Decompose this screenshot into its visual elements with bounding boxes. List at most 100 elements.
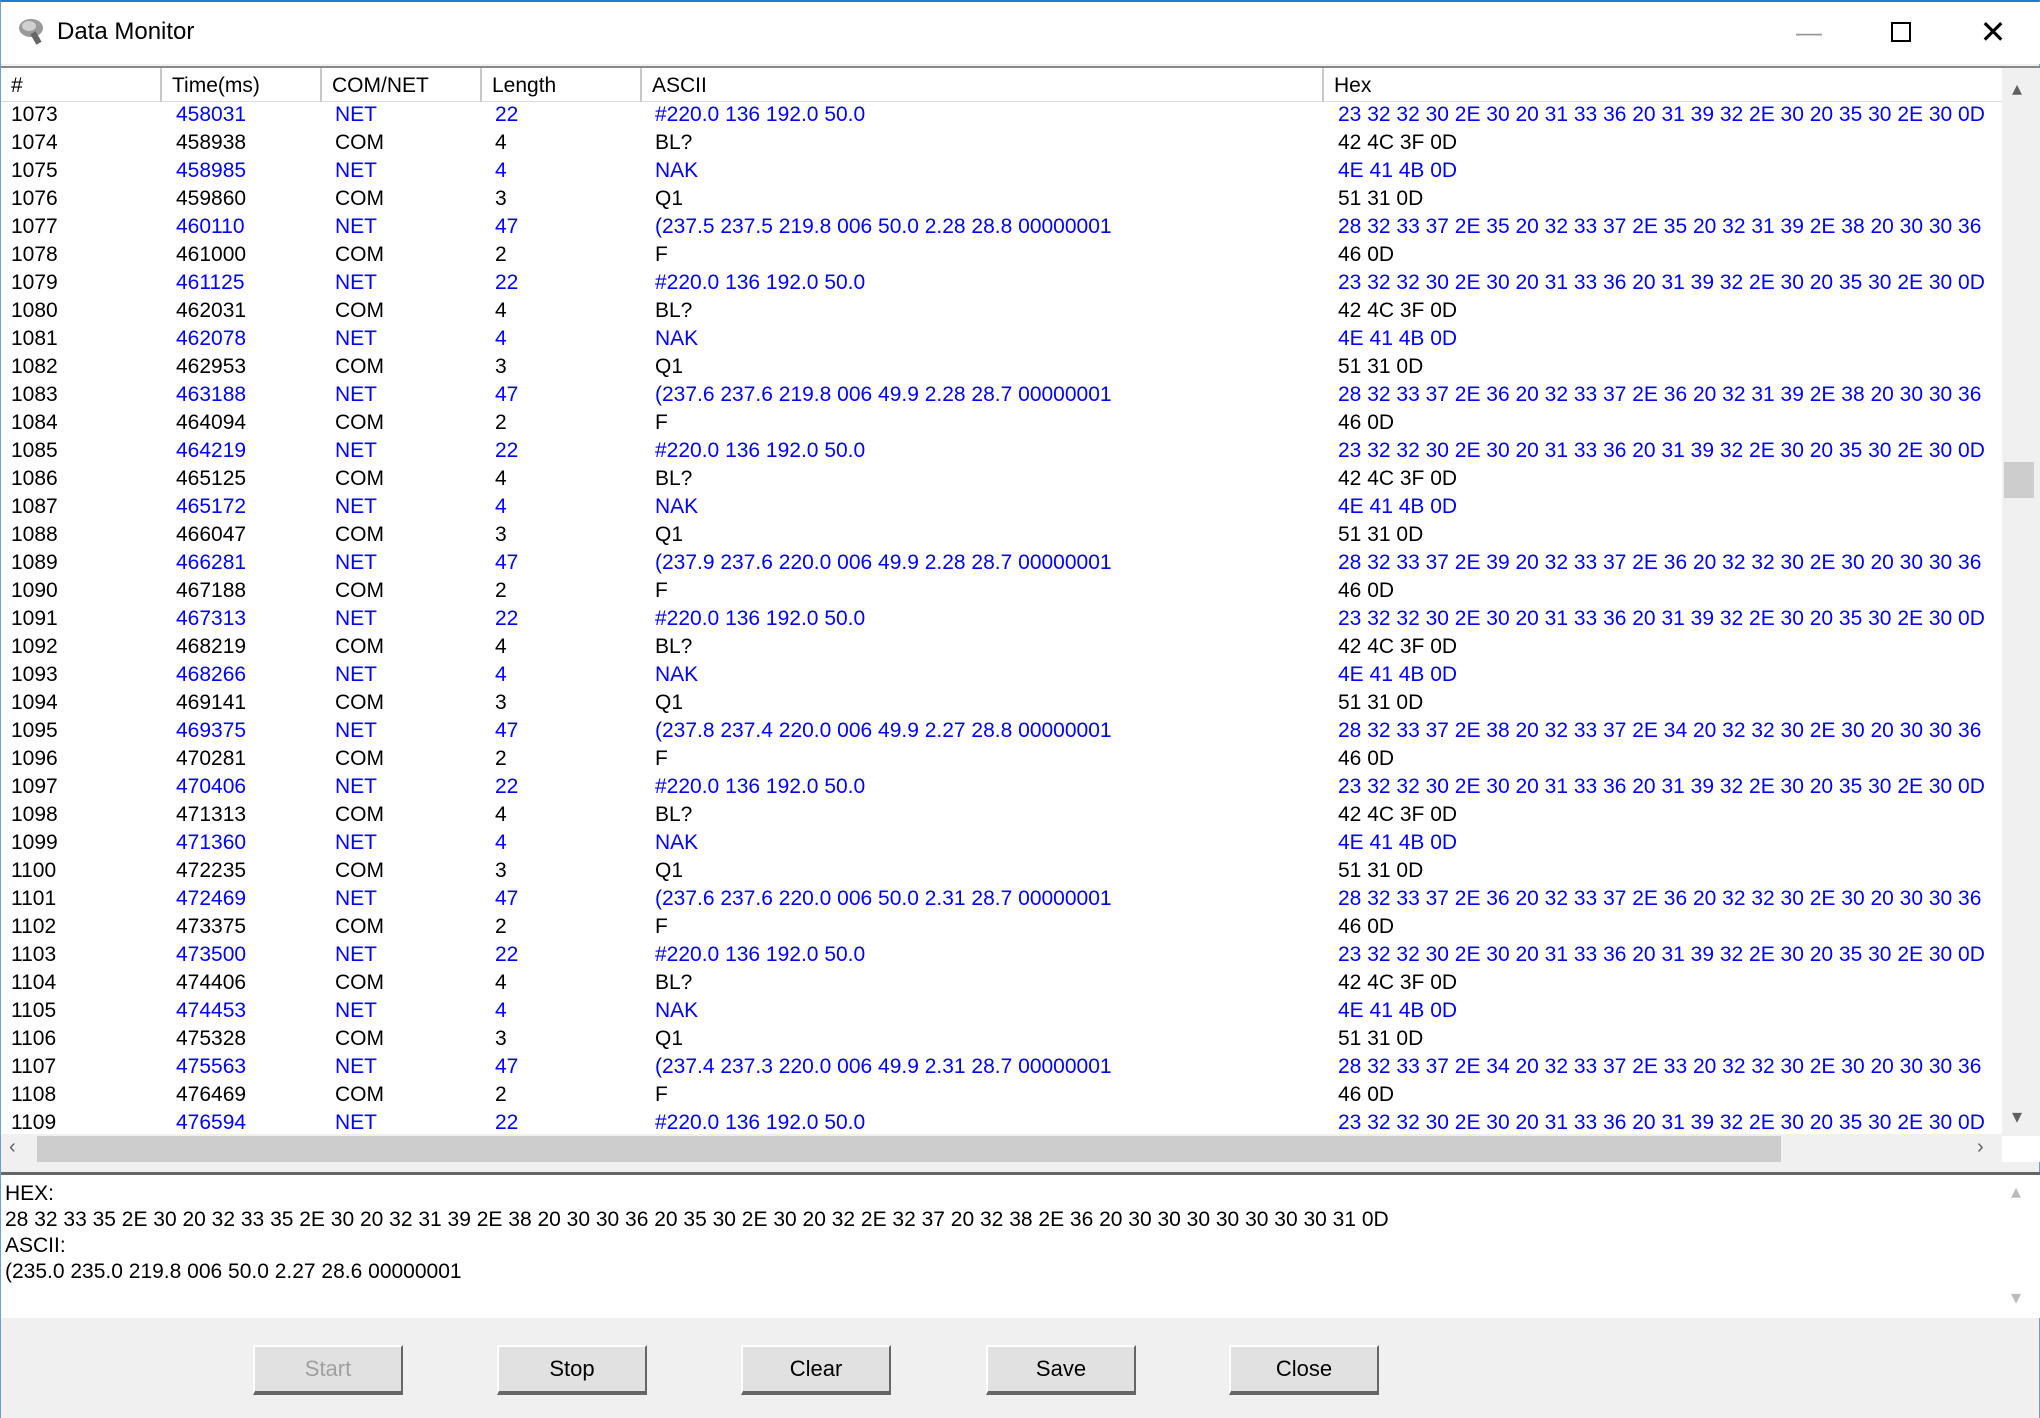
table-row[interactable]: 1103 473500 NET 22 #220.0 136 192.0 50.0 23 3… xyxy=(1,941,2002,969)
row-hex: 51 31 0D xyxy=(1338,859,1424,882)
stop-button[interactable]: Stop xyxy=(497,1345,647,1395)
table-row[interactable]: 1086 465125 COM 4 BL? 42 4C 3F 0D xyxy=(1,465,2002,493)
clear-button[interactable]: Clear xyxy=(741,1345,891,1395)
table-row[interactable]: 1101 472469 NET 47 (237.6 237.6 220.0 006 50… xyxy=(1,885,2002,913)
table-row[interactable]: 1085 464219 NET 22 #220.0 136 192.0 50.0 23 3… xyxy=(1,437,2002,465)
column-header-number[interactable]: # xyxy=(1,68,162,102)
table-row[interactable]: 1105 474453 NET 4 NAK 4E 41 4B 0D xyxy=(1,997,2002,1025)
row-number: 1084 xyxy=(11,411,58,434)
table-row[interactable]: 1079 461125 NET 22 #220.0 136 192.0 50.0 23 3… xyxy=(1,269,2002,297)
row-source: COM xyxy=(335,467,384,490)
vertical-scroll-thumb[interactable] xyxy=(2004,462,2034,498)
table-row[interactable]: 1109 476594 NET 22 #220.0 136 192.0 50.0 23 3… xyxy=(1,1109,2002,1137)
table-row[interactable]: 1095 469375 NET 47 (237.8 237.4 220.0 006 49… xyxy=(1,717,2002,745)
table-row[interactable]: 1098 471313 COM 4 BL? 42 4C 3F 0D xyxy=(1,801,2002,829)
row-source: COM xyxy=(335,915,384,938)
row-source: COM xyxy=(335,803,384,826)
detail-scroll-down-icon[interactable]: ▾ xyxy=(2011,1285,2021,1311)
column-header-hex[interactable]: Hex xyxy=(1324,68,2002,102)
table-row[interactable]: 1092 468219 COM 4 BL? 42 4C 3F 0D xyxy=(1,633,2002,661)
row-number: 1098 xyxy=(11,803,58,826)
horizontal-scrollbar[interactable]: ‹ › xyxy=(1,1134,2002,1162)
table-row[interactable]: 1088 466047 COM 3 Q1 51 31 0D xyxy=(1,521,2002,549)
table-row[interactable]: 1084 464094 COM 2 F 46 0D xyxy=(1,409,2002,437)
table-row[interactable]: 1093 468266 NET 4 NAK 4E 41 4B 0D xyxy=(1,661,2002,689)
table-row[interactable]: 1104 474406 COM 4 BL? 42 4C 3F 0D xyxy=(1,969,2002,997)
row-ascii: NAK xyxy=(655,327,699,350)
data-list[interactable]: # Time(ms) COM/NET Length ASCII Hex 1073… xyxy=(1,66,2040,1162)
table-row[interactable]: 1106 475328 COM 3 Q1 51 31 0D xyxy=(1,1025,2002,1053)
table-row[interactable]: 1091 467313 NET 22 #220.0 136 192.0 50.0 23 3… xyxy=(1,605,2002,633)
row-source: NET xyxy=(335,271,377,294)
vertical-scrollbar[interactable]: ▴ ▾ xyxy=(2002,68,2040,1136)
column-header-com-net[interactable]: COM/NET xyxy=(322,68,482,102)
row-length: 4 xyxy=(495,803,507,826)
row-length: 4 xyxy=(495,663,507,686)
table-row[interactable]: 1099 471360 NET 4 NAK 4E 41 4B 0D xyxy=(1,829,2002,857)
table-row[interactable]: 1089 466281 NET 47 (237.9 237.6 220.0 006 49… xyxy=(1,549,2002,577)
start-button[interactable]: Start xyxy=(253,1345,403,1395)
table-row[interactable]: 1082 462953 COM 3 Q1 51 31 0D xyxy=(1,353,2002,381)
row-time: 463188 xyxy=(176,383,247,406)
column-header-ascii[interactable]: ASCII xyxy=(642,68,1324,102)
row-time: 471313 xyxy=(176,803,247,826)
scroll-down-icon[interactable]: ▾ xyxy=(2012,1104,2022,1129)
scroll-right-icon[interactable]: › xyxy=(1977,1136,1984,1159)
table-row[interactable]: 1076 459860 COM 3 Q1 51 31 0D xyxy=(1,185,2002,213)
row-time: 468266 xyxy=(176,663,247,686)
row-length: 3 xyxy=(495,859,507,882)
row-source: COM xyxy=(335,1083,384,1106)
row-time: 474453 xyxy=(176,999,247,1022)
row-length: 47 xyxy=(495,887,519,910)
table-row[interactable]: 1108 476469 COM 2 F 46 0D xyxy=(1,1081,2002,1109)
row-time: 461000 xyxy=(176,243,247,266)
table-row[interactable]: 1075 458985 NET 4 NAK 4E 41 4B 0D xyxy=(1,157,2002,185)
column-header-length[interactable]: Length xyxy=(482,68,642,102)
row-hex: 23 32 32 30 2E 30 20 31 33 36 20 31 39 3… xyxy=(1338,103,1985,126)
table-row[interactable]: 1097 470406 NET 22 #220.0 136 192.0 50.0 23 3… xyxy=(1,773,2002,801)
row-length: 47 xyxy=(495,719,519,742)
row-ascii: BL? xyxy=(655,467,693,490)
table-row[interactable]: 1100 472235 COM 3 Q1 51 31 0D xyxy=(1,857,2002,885)
row-number: 1094 xyxy=(11,691,58,714)
scroll-up-icon[interactable]: ▴ xyxy=(2012,76,2022,101)
close-button[interactable]: Close xyxy=(1229,1345,1379,1395)
table-row[interactable]: 1077 460110 NET 47 (237.5 237.5 219.8 006 50… xyxy=(1,213,2002,241)
table-row[interactable]: 1080 462031 COM 4 BL? 42 4C 3F 0D xyxy=(1,297,2002,325)
column-header-time[interactable]: Time(ms) xyxy=(162,68,322,102)
table-row[interactable]: 1083 463188 NET 47 (237.6 237.6 219.8 006 49… xyxy=(1,381,2002,409)
row-source: NET xyxy=(335,215,377,238)
row-length: 4 xyxy=(495,831,507,854)
detail-panel[interactable]: HEX: 28 32 33 35 2E 30 20 32 33 35 2E 30… xyxy=(1,1172,2040,1318)
row-source: NET xyxy=(335,1055,377,1078)
row-length: 4 xyxy=(495,635,507,658)
table-row[interactable]: 1087 465172 NET 4 NAK 4E 41 4B 0D xyxy=(1,493,2002,521)
table-row[interactable]: 1078 461000 COM 2 F 46 0D xyxy=(1,241,2002,269)
list-header: # Time(ms) COM/NET Length ASCII Hex xyxy=(1,68,2002,102)
horizontal-scroll-thumb[interactable] xyxy=(37,1136,1781,1162)
detail-scroll-up-icon[interactable]: ▴ xyxy=(2011,1179,2021,1205)
row-time: 472469 xyxy=(176,887,247,910)
table-row[interactable]: 1096 470281 COM 2 F 46 0D xyxy=(1,745,2002,773)
table-row[interactable]: 1073 458031 NET 22 #220.0 136 192.0 50.0 23 3… xyxy=(1,102,2002,129)
row-hex: 42 4C 3F 0D xyxy=(1338,131,1458,154)
table-row[interactable]: 1102 473375 COM 2 F 46 0D xyxy=(1,913,2002,941)
row-hex: 46 0D xyxy=(1338,747,1395,770)
save-button[interactable]: Save xyxy=(986,1345,1136,1395)
row-length: 3 xyxy=(495,523,507,546)
row-ascii: (237.9 237.6 220.0 006 49.9 2.28 28.7 00… xyxy=(655,551,1112,574)
scroll-left-icon[interactable]: ‹ xyxy=(9,1136,16,1159)
row-time: 476469 xyxy=(176,1083,247,1106)
close-icon[interactable]: ✕ xyxy=(1963,10,2023,54)
table-row[interactable]: 1081 462078 NET 4 NAK 4E 41 4B 0D xyxy=(1,325,2002,353)
row-ascii: Q1 xyxy=(655,859,684,882)
table-row[interactable]: 1107 475563 NET 47 (237.4 237.3 220.0 006 49… xyxy=(1,1053,2002,1081)
row-source: COM xyxy=(335,1027,384,1050)
maximize-icon[interactable] xyxy=(1871,10,1931,54)
table-row[interactable]: 1090 467188 COM 2 F 46 0D xyxy=(1,577,2002,605)
table-row[interactable]: 1094 469141 COM 3 Q1 51 31 0D xyxy=(1,689,2002,717)
table-row[interactable]: 1074 458938 COM 4 BL? 42 4C 3F 0D xyxy=(1,129,2002,157)
minimize-icon[interactable]: — xyxy=(1779,10,1839,54)
row-time: 469375 xyxy=(176,719,247,742)
row-length: 2 xyxy=(495,1083,507,1106)
